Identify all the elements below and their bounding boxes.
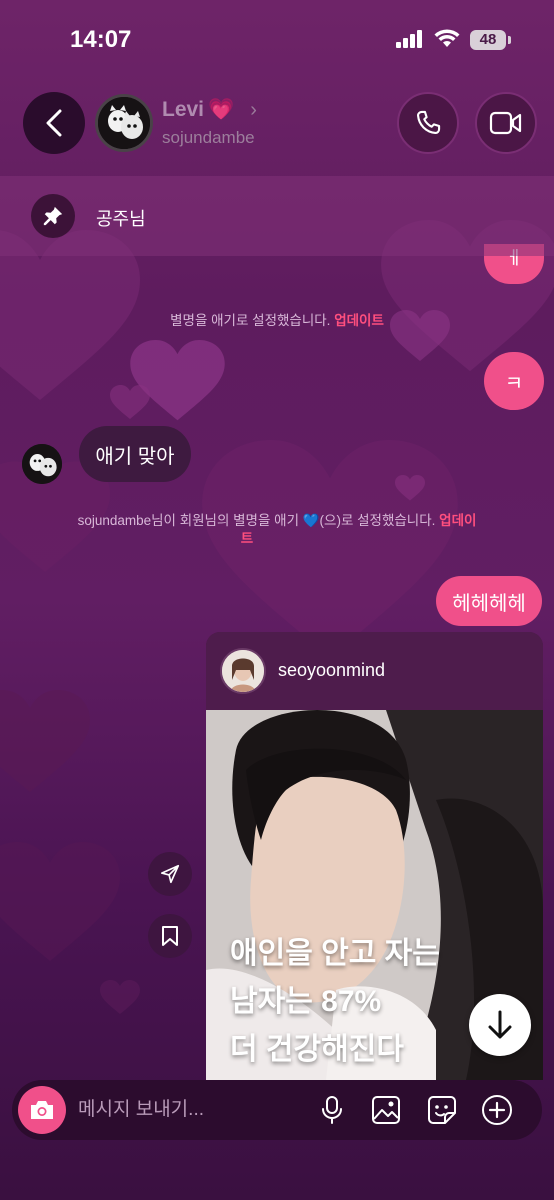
microphone-button[interactable] <box>314 1092 350 1128</box>
video-call-button[interactable] <box>475 92 537 154</box>
pinned-message-bar[interactable]: 공주님 <box>0 176 554 256</box>
send-icon <box>160 864 180 884</box>
avatar-cats-image <box>22 444 62 484</box>
message-thread[interactable]: ㅔ 별명을 애기로 설정했습니다. 업데이트 ㅋ 애기 맞아 sojundamb… <box>0 244 554 1080</box>
shared-post-avatar <box>220 648 266 694</box>
battery-indicator: 48 <box>470 30 506 50</box>
outgoing-message[interactable]: 헤헤헤헤 <box>436 576 542 626</box>
wifi-icon <box>434 29 460 47</box>
save-post-button[interactable] <box>148 914 192 958</box>
caption-line: 남자는 87% <box>230 985 382 1018</box>
shared-post-username: seoyoonmind <box>278 660 386 680</box>
system-notice-text: 별명을 애기로 설정했습니다. <box>170 313 331 328</box>
status-bar: 14:07 48 <box>0 0 554 80</box>
voice-call-button[interactable] <box>397 92 459 154</box>
arrow-down-icon <box>488 1010 512 1039</box>
microphone-icon <box>322 1096 342 1124</box>
video-camera-icon <box>489 111 522 135</box>
bookmark-icon <box>162 926 178 946</box>
gallery-button[interactable] <box>368 1092 404 1128</box>
status-time: 14:07 <box>70 26 132 53</box>
system-notice-nickname-set: sojundambe님이 회원님의 별명을 애기 💙(으)로 설정했습니다. 업… <box>0 512 554 548</box>
update-link[interactable]: 업데이트 <box>334 313 384 328</box>
scroll-to-bottom-button[interactable] <box>469 994 531 1056</box>
shared-post-caption: 애인을 안고 자는 남자는 87% 더 건강해진다 <box>230 930 440 1074</box>
message-input[interactable] <box>78 1094 298 1126</box>
system-notice-text: sojundambe님이 회원님의 별명을 애기 💙(으)로 설정했습니다. <box>77 513 436 528</box>
update-link-wrap[interactable]: 트 <box>241 531 253 546</box>
contact-username: sojundambe <box>162 128 255 147</box>
caption-line: 애인을 안고 자는 <box>230 937 440 970</box>
contact-avatar[interactable] <box>95 94 153 152</box>
chevron-right-icon: › <box>250 98 257 121</box>
image-icon <box>372 1096 400 1124</box>
heart-emoji: 💗 <box>208 98 235 121</box>
system-notice-nickname: 별명을 애기로 설정했습니다. 업데이트 <box>0 312 554 330</box>
outgoing-message[interactable]: ㅋ <box>484 352 544 410</box>
message-composer <box>12 1080 542 1140</box>
sticker-icon <box>428 1096 456 1124</box>
back-button[interactable] <box>23 92 85 154</box>
share-post-button[interactable] <box>148 852 192 896</box>
cellular-signal-icon <box>396 30 422 48</box>
camera-icon <box>31 1101 53 1119</box>
battery-tip <box>508 36 511 44</box>
phone-icon <box>417 110 441 134</box>
pin-icon <box>31 194 75 238</box>
incoming-message[interactable]: 애기 맞아 <box>79 426 191 482</box>
chat-header: Levi 💗 › sojundambe <box>0 90 554 156</box>
chevron-left-icon <box>46 109 62 137</box>
caption-line: 더 건강해진다 <box>230 1033 404 1066</box>
sender-avatar[interactable] <box>22 444 62 484</box>
sticker-button[interactable] <box>424 1092 460 1128</box>
contact-name-text: Levi <box>162 98 205 121</box>
message-text: 애기 맞아 <box>95 445 175 468</box>
message-text: 헤헤헤헤 <box>452 592 526 615</box>
pinned-message-text: 공주님 <box>96 209 146 229</box>
contact-name[interactable]: Levi 💗 › <box>162 98 257 122</box>
camera-button[interactable] <box>18 1086 66 1134</box>
add-button[interactable] <box>479 1092 515 1128</box>
shared-post-header[interactable]: seoyoonmind <box>206 632 543 710</box>
message-text: ㅋ <box>504 372 524 395</box>
plus-circle-icon <box>482 1095 512 1125</box>
update-link[interactable]: 업데이 <box>439 513 476 528</box>
avatar-cats-image <box>98 97 150 149</box>
